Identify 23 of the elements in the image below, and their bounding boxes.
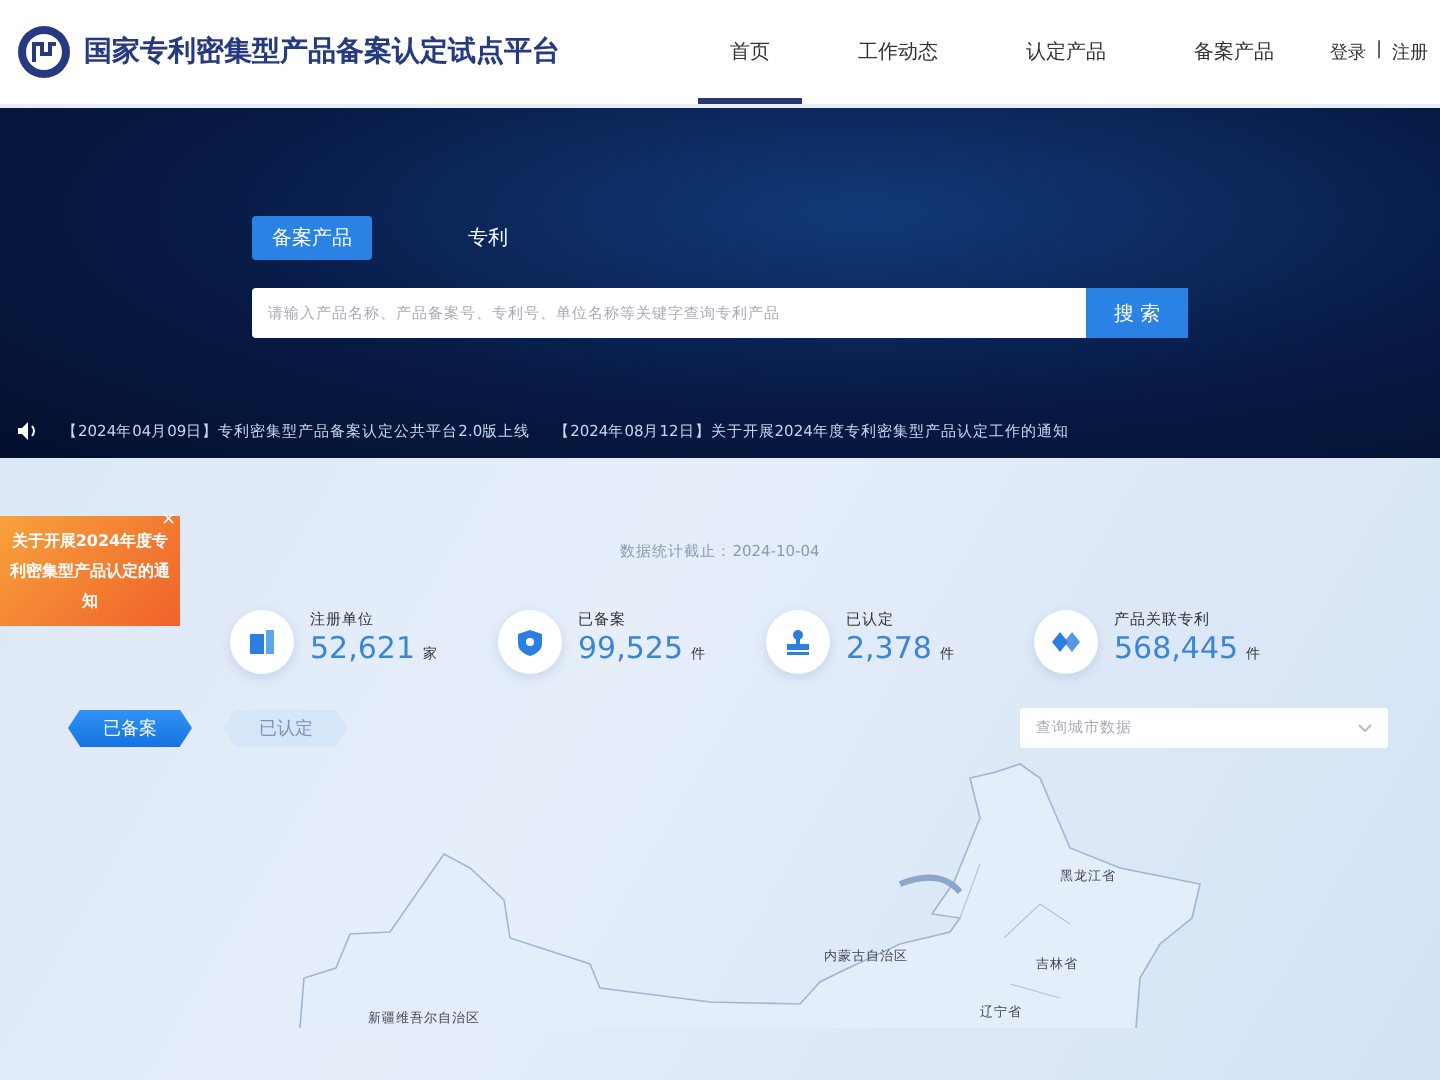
auth-link[interactable]: 登录 bbox=[1329, 39, 1366, 65]
chevron-icon bbox=[1358, 724, 1372, 732]
map-tab[interactable]: 已备案 bbox=[68, 709, 192, 747]
nav-link[interactable]: 认定产品 bbox=[993, 0, 1138, 104]
shield-icon bbox=[516, 627, 544, 657]
speaker-icon bbox=[16, 420, 38, 442]
stat-value: 99,525 bbox=[578, 630, 683, 666]
site-title: 国家专利密集型产品备案认定试点平台 bbox=[84, 34, 560, 70]
link-icon bbox=[1050, 630, 1082, 654]
stat-value: 2,378 bbox=[846, 630, 932, 666]
search-button[interactable]: 搜 索 bbox=[1086, 288, 1188, 338]
stamp-icon bbox=[784, 628, 812, 656]
building-icon bbox=[248, 628, 276, 656]
notice-text: 关于开展2024年度专利密集型产品认定的通知 bbox=[7, 530, 172, 614]
search-tab[interactable]: 专利 bbox=[448, 216, 528, 260]
stat-value: 568,445 bbox=[1114, 630, 1239, 666]
nav-link[interactable]: 备案产品 bbox=[1161, 0, 1306, 104]
search-tab[interactable]: 备案产品 bbox=[252, 216, 372, 260]
logo-icon bbox=[16, 24, 72, 80]
nav-link[interactable]: 工作动态 bbox=[825, 0, 970, 104]
divider-text: | bbox=[1375, 39, 1382, 63]
stat-value: 52,621 bbox=[310, 630, 415, 666]
auth-link[interactable]: 注册 bbox=[1392, 39, 1428, 65]
